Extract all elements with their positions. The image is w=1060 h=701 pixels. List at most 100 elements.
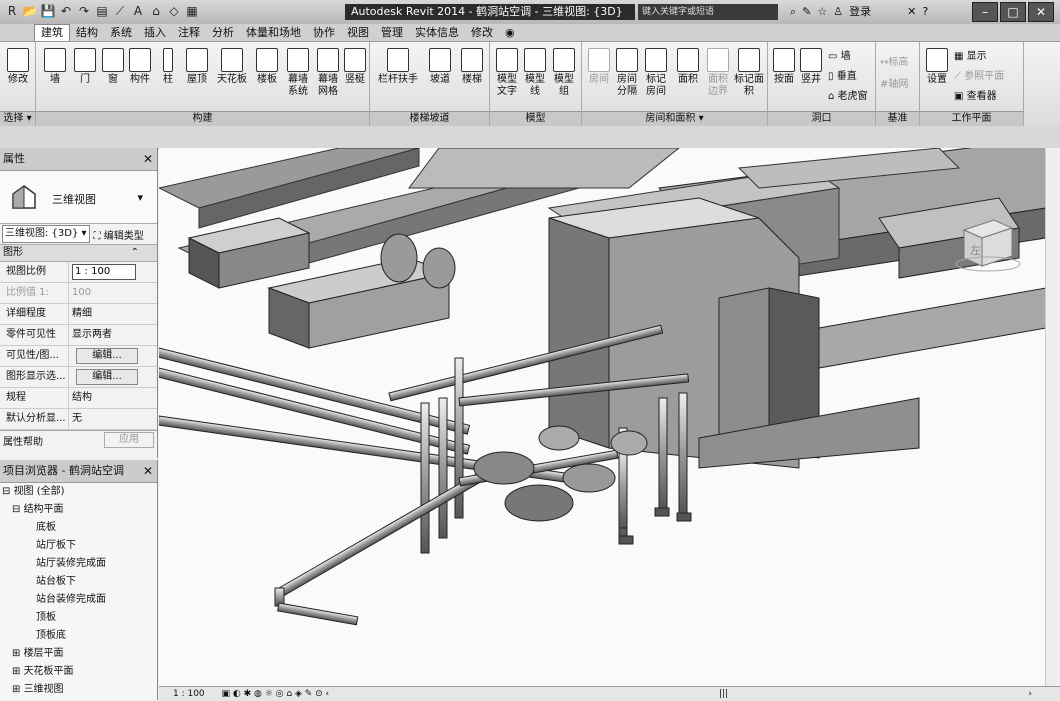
binoculars-icon[interactable]: ⌕ [790, 4, 796, 20]
model-line-button[interactable]: 模型线 [522, 48, 548, 98]
edit-type-button[interactable]: ⛶ 编辑类型 [94, 227, 144, 242]
window-button[interactable]: 窗 [100, 48, 126, 86]
close-button[interactable]: ✕ [1028, 2, 1054, 22]
door-button[interactable]: 门 [72, 48, 98, 86]
tab-view[interactable]: 视图 [341, 25, 375, 41]
curtain-system-button[interactable]: 幕墙系统 [284, 48, 312, 98]
tree-item[interactable]: 站厅板下 [0, 537, 157, 555]
apply-button[interactable]: 应用 [104, 432, 154, 448]
tree-item[interactable]: 顶板 [0, 609, 157, 627]
set-workplane-button[interactable]: 设置 [924, 48, 950, 86]
close-icon[interactable]: ✕ [143, 148, 153, 170]
prop-row-discipline[interactable]: 规程 结构 [0, 388, 157, 409]
print-icon[interactable]: ▤ [94, 3, 110, 19]
tree-item[interactable]: ⊟ 结构平面 [0, 501, 157, 519]
prop-row-parts-visibility[interactable]: 零件可见性 显示两者 [0, 325, 157, 346]
prop-row-analysis-display[interactable]: 默认分析显... 无 [0, 409, 157, 430]
view-scale-input[interactable] [72, 263, 136, 280]
tree-item[interactable]: ⊞ 天花板平面 [0, 663, 157, 681]
type-selector[interactable]: 三维视图 ▾ [0, 171, 157, 224]
user-icon[interactable]: ♙ [833, 4, 843, 20]
view-control-icons[interactable]: ▣ ◐ ✱ ◍ ☼ ◎ ⌂ ◈ ✎ ⊙ ‹ [222, 689, 330, 699]
model-group-button[interactable]: 模型组 [550, 48, 578, 98]
section-icon[interactable]: ◇ [166, 3, 182, 19]
wall-opening-button[interactable]: ▭ 墙 [828, 50, 851, 63]
minimize-button[interactable]: – [972, 2, 998, 22]
vertical-scrollbar[interactable] [1045, 148, 1060, 686]
text-icon[interactable]: A [130, 3, 146, 19]
tab-insert[interactable]: 插入 [138, 25, 172, 41]
tab-extensions[interactable]: 实体信息 [409, 25, 465, 41]
tab-modify[interactable]: 修改 [465, 25, 499, 41]
redo-icon[interactable]: ↷ [76, 3, 92, 19]
exchange-icon[interactable]: ✕ [907, 4, 916, 20]
prop-row-detail-level[interactable]: 详细程度 精细 [0, 304, 157, 325]
help-button[interactable]: ? [922, 4, 928, 20]
measure-icon[interactable]: ⟋ [112, 3, 128, 19]
scroll-right-icon[interactable]: › [1028, 687, 1032, 701]
close-icon[interactable]: ✕ [143, 460, 153, 482]
railing-button[interactable]: 栏杆扶手 [374, 48, 422, 86]
room-button[interactable]: 房间 [586, 48, 612, 86]
ramp-button[interactable]: 坡道 [426, 48, 454, 86]
dormer-button[interactable]: ⌂ 老虎窗 [828, 90, 868, 103]
grid-button[interactable]: #轴网 [880, 78, 908, 91]
tag-area-button[interactable]: 标记面积 [734, 48, 764, 98]
area-boundary-button[interactable]: 面积边界 [704, 48, 732, 98]
column-button[interactable]: 柱 [158, 48, 178, 86]
show-workplane-button[interactable]: ▦ 显示 [954, 50, 987, 63]
window-switch-icon[interactable]: ▦ [184, 3, 200, 19]
maximize-button[interactable]: □ [1000, 2, 1026, 22]
tab-systems[interactable]: 系统 [104, 25, 138, 41]
search-input[interactable]: 键入关键字或短语 [638, 4, 778, 20]
tab-analyze[interactable]: 分析 [206, 25, 240, 41]
chevron-down-icon[interactable]: ▾ [137, 191, 143, 204]
horizontal-scrollbar-thumb[interactable]: ||| [719, 687, 728, 701]
level-button[interactable]: ↔标高 [880, 56, 908, 69]
app-menu-icon[interactable]: R [4, 3, 20, 19]
tree-item[interactable]: 站厅装修完成面 [0, 555, 157, 573]
select-group-label[interactable]: 选择 ▾ [0, 111, 35, 126]
tree-item[interactable]: 底板 [0, 519, 157, 537]
tree-item[interactable]: ⊞ 楼层平面 [0, 645, 157, 663]
save-icon[interactable]: 💾 [40, 3, 56, 19]
subscription-icon[interactable]: ✎ [802, 4, 811, 20]
component-button[interactable]: 构件 [126, 48, 154, 86]
open-icon[interactable]: 📂 [22, 3, 38, 19]
room-area-group-label[interactable]: 房间和面积 ▾ [582, 111, 767, 126]
tree-item[interactable]: 站台板下 [0, 573, 157, 591]
model-text-button[interactable]: 模型文字 [494, 48, 520, 98]
model-canvas[interactable]: 左 [159, 148, 1047, 686]
roof-button[interactable]: 屋顶 [184, 48, 210, 86]
tree-item[interactable]: ⊟ 视图 (全部) [0, 483, 157, 501]
properties-help-link[interactable]: 属性帮助 [3, 433, 43, 448]
ref-plane-button[interactable]: ⟋ 参照平面 [954, 70, 1004, 83]
modify-button[interactable]: 修改 [4, 48, 32, 86]
wall-button[interactable]: 墙 [42, 48, 68, 86]
view-selector[interactable]: 三维视图: {3D} ▾ [2, 225, 90, 243]
tab-annotate[interactable]: 注释 [172, 25, 206, 41]
3d-viewport[interactable]: 左 [159, 148, 1060, 686]
by-face-button[interactable]: 按面 [772, 48, 796, 86]
3d-view-icon[interactable]: ⌂ [148, 3, 164, 19]
graphics-section[interactable]: 图形 ⌃ [0, 245, 157, 262]
stair-button[interactable]: 楼梯 [458, 48, 486, 86]
login-link[interactable]: 登录 [849, 4, 871, 20]
viewer-button[interactable]: ▣ 查看器 [954, 90, 997, 103]
tab-manage[interactable]: 管理 [375, 25, 409, 41]
tag-room-button[interactable]: 标记房间 [642, 48, 670, 98]
floor-button[interactable]: 楼板 [254, 48, 280, 86]
scale-readout[interactable]: 1 : 100 [173, 689, 205, 699]
ceiling-button[interactable]: 天花板 [214, 48, 250, 86]
tab-structure[interactable]: 结构 [70, 25, 104, 41]
shaft-button[interactable]: 竖井 [798, 48, 824, 86]
graphic-display-edit-button[interactable]: 编辑... [76, 369, 138, 385]
tree-item[interactable]: 顶板底 [0, 627, 157, 645]
tab-massing-site[interactable]: 体量和场地 [240, 25, 307, 41]
tree-item[interactable]: 站台装修完成面 [0, 591, 157, 609]
curtain-grid-button[interactable]: 幕墙网格 [314, 48, 342, 98]
area-button[interactable]: 面积 [674, 48, 702, 86]
tab-collaborate[interactable]: 协作 [307, 25, 341, 41]
visibility-edit-button[interactable]: 编辑... [76, 348, 138, 364]
mullion-button[interactable]: 竖梃 [342, 48, 368, 86]
